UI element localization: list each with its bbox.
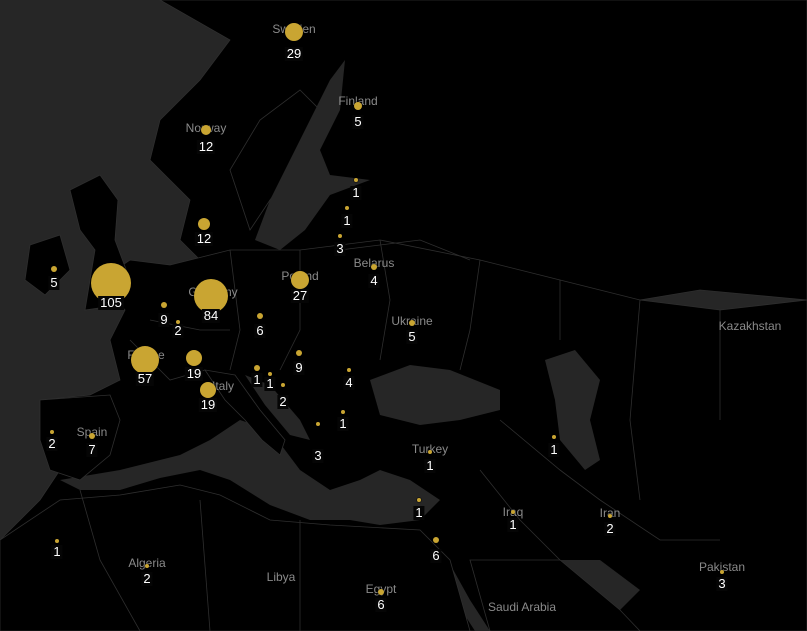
data-point-count: 3 bbox=[716, 576, 728, 591]
data-point-marker[interactable] bbox=[89, 433, 95, 439]
data-point-count: 4 bbox=[368, 273, 380, 288]
data-point-count: 27 bbox=[290, 288, 310, 303]
data-point-count: 1 bbox=[251, 372, 263, 387]
data-point-count: 57 bbox=[135, 371, 155, 386]
data-point-marker[interactable] bbox=[552, 435, 556, 439]
data-point-marker[interactable] bbox=[433, 537, 439, 543]
data-point-count: 5 bbox=[352, 114, 364, 129]
data-point-marker[interactable] bbox=[354, 102, 362, 110]
data-point-count: 1 bbox=[341, 213, 353, 228]
data-point-count: 3 bbox=[312, 448, 324, 463]
data-point-count: 1 bbox=[51, 544, 63, 559]
data-point-marker[interactable] bbox=[161, 302, 167, 308]
data-point-count: 1 bbox=[507, 517, 519, 532]
data-point-count: 12 bbox=[196, 139, 216, 154]
data-point-count: 6 bbox=[430, 548, 442, 563]
data-point-marker[interactable] bbox=[345, 206, 349, 210]
data-point-count: 29 bbox=[284, 46, 304, 61]
data-point-count: 9 bbox=[158, 312, 170, 327]
data-point-count: 1 bbox=[337, 416, 349, 431]
map-canvas[interactable]: SwedenFinlandNorwayBelarusPolandGermanyF… bbox=[0, 0, 807, 631]
data-point-count: 2 bbox=[277, 394, 289, 409]
data-point-count: 6 bbox=[254, 323, 266, 338]
data-point-marker[interactable] bbox=[316, 422, 320, 426]
data-point-count: 1 bbox=[264, 376, 276, 391]
data-point-count: 5 bbox=[48, 275, 60, 290]
data-point-marker[interactable] bbox=[291, 271, 309, 289]
data-point-count: 3 bbox=[334, 241, 346, 256]
data-point-count: 19 bbox=[184, 366, 204, 381]
data-point-marker[interactable] bbox=[296, 350, 302, 356]
data-point-count: 84 bbox=[201, 308, 221, 323]
data-point-marker[interactable] bbox=[417, 498, 421, 502]
data-point-count: 2 bbox=[46, 436, 58, 451]
data-point-count: 1 bbox=[548, 442, 560, 457]
data-point-marker[interactable] bbox=[50, 430, 54, 434]
data-point-marker[interactable] bbox=[55, 539, 59, 543]
data-point-marker[interactable] bbox=[201, 125, 211, 135]
data-point-marker[interactable] bbox=[51, 266, 57, 272]
basemap bbox=[0, 0, 807, 631]
data-point-count: 1 bbox=[413, 505, 425, 520]
data-point-count: 2 bbox=[172, 323, 184, 338]
data-point-marker[interactable] bbox=[338, 234, 342, 238]
data-point-marker[interactable] bbox=[257, 313, 263, 319]
data-point-marker[interactable] bbox=[200, 382, 216, 398]
data-point-marker[interactable] bbox=[354, 178, 358, 182]
data-point-count: 105 bbox=[98, 295, 124, 310]
data-point-marker[interactable] bbox=[254, 365, 260, 371]
data-point-marker[interactable] bbox=[720, 570, 724, 574]
data-point-marker[interactable] bbox=[281, 383, 285, 387]
data-point-count: 2 bbox=[604, 521, 616, 536]
data-point-count: 2 bbox=[141, 571, 153, 586]
data-point-count: 12 bbox=[194, 231, 214, 246]
data-point-marker[interactable] bbox=[131, 346, 159, 374]
data-point-count: 9 bbox=[293, 360, 305, 375]
data-point-marker[interactable] bbox=[186, 350, 202, 366]
data-point-marker[interactable] bbox=[341, 410, 345, 414]
data-point-count: 5 bbox=[406, 329, 418, 344]
data-point-marker[interactable] bbox=[285, 23, 303, 41]
data-point-marker[interactable] bbox=[409, 320, 415, 326]
data-point-count: 1 bbox=[424, 458, 436, 473]
data-point-count: 1 bbox=[350, 185, 362, 200]
data-point-marker[interactable] bbox=[378, 589, 384, 595]
data-point-count: 4 bbox=[343, 375, 355, 390]
data-point-marker[interactable] bbox=[511, 510, 515, 514]
data-point-marker[interactable] bbox=[371, 264, 377, 270]
data-point-count: 19 bbox=[198, 397, 218, 412]
data-point-count: 6 bbox=[375, 597, 387, 612]
data-point-marker[interactable] bbox=[608, 514, 612, 518]
data-point-marker[interactable] bbox=[145, 564, 149, 568]
data-point-marker[interactable] bbox=[428, 450, 432, 454]
data-point-marker[interactable] bbox=[347, 368, 351, 372]
data-point-count: 7 bbox=[86, 442, 98, 457]
data-point-marker[interactable] bbox=[198, 218, 210, 230]
